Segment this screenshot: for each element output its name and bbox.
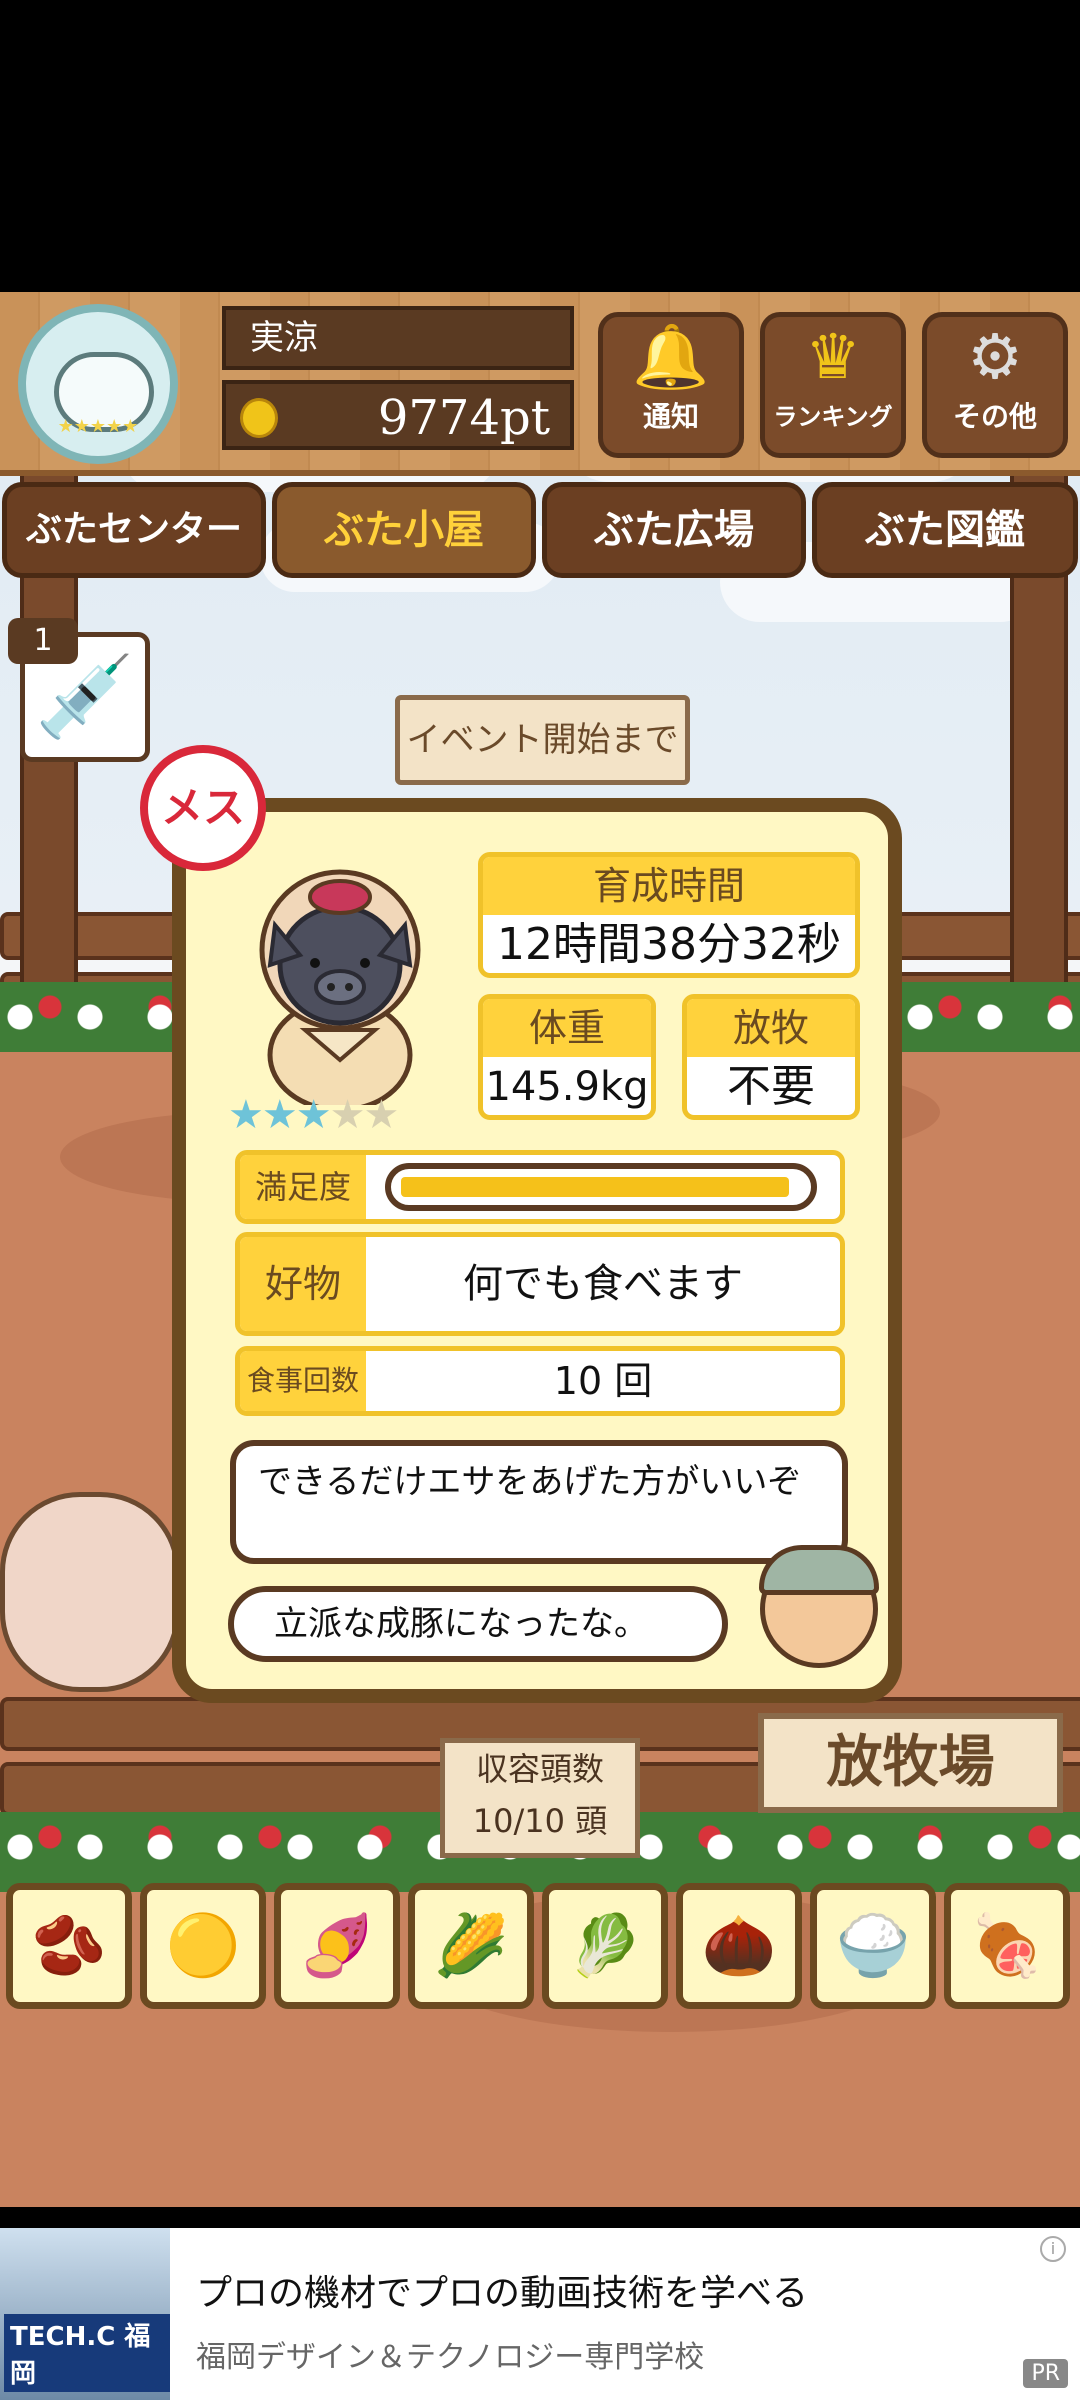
favorite-value: 何でも食べます <box>463 1261 743 1307</box>
mixed-beans-icon: 🟡 <box>165 1911 241 1981</box>
username: 実涼 <box>222 306 574 370</box>
tab-buta-plaza[interactable]: ぶた広場 <box>542 482 806 578</box>
ad-pr-badge: PR <box>1023 2359 1068 2388</box>
tab-buta-encyclopedia[interactable]: ぶた図鑑 <box>812 482 1078 578</box>
advice-speech-bubble: できるだけエサをあげた方がいいぞ <box>230 1440 848 1564</box>
meal-count-row: 食事回数 10 回 <box>235 1346 845 1416</box>
weight-value: 145.9kg <box>485 1064 649 1110</box>
points-display: 9774pt <box>222 380 574 450</box>
weight-card: 体重 145.9kg <box>478 994 656 1120</box>
food-slot-soybeans[interactable]: 🫘 <box>6 1883 132 2009</box>
acorns-icon: 🌰 <box>701 1911 777 1981</box>
points-value: 9774pt <box>377 390 550 446</box>
star-rating: ★★★★★ <box>228 1092 399 1138</box>
star-filled-icon: ★ <box>228 1092 264 1138</box>
ad-banner[interactable]: TECH.C 福岡 プロの機材でプロの動画技術を学べる 福岡デザイン＆テクノロジ… <box>0 2228 1080 2400</box>
star-filled-icon: ★ <box>295 1092 332 1138</box>
tab-buta-center[interactable]: ぶたセンター <box>2 482 266 578</box>
satisfaction-bar-fill <box>401 1177 789 1197</box>
soybeans-icon: 🫘 <box>31 1911 107 1981</box>
gender-badge: メス <box>140 745 266 871</box>
satisfaction-bar <box>385 1163 817 1211</box>
header-bar: ★★★★★ 実涼 9774pt 🔔 通知 ♛ ランキング ⚙ その他 <box>0 292 1080 476</box>
tab-buta-hut[interactable]: ぶた小屋 <box>272 482 536 578</box>
star-empty-icon: ★ <box>329 1092 366 1138</box>
ad-image[interactable]: TECH.C 福岡 <box>0 2228 170 2400</box>
flower-row <box>900 982 1080 1052</box>
food-slot-corn[interactable]: 🌽 <box>408 1883 534 2009</box>
pig-sprite[interactable] <box>0 1492 180 1692</box>
satisfaction-label: 満足度 <box>240 1155 366 1219</box>
capacity-sign: 収容頭数 10/10 頭 <box>440 1738 640 1858</box>
capacity-label: 収容頭数 <box>475 1750 604 1788</box>
rank-stars-icon: ★★★★★ <box>57 416 139 437</box>
gear-icon: ⚙ <box>967 320 1023 393</box>
flower-row <box>0 982 200 1052</box>
sweet-potato-icon: 🍠 <box>299 1911 375 1981</box>
ranch-sign-button[interactable]: 放牧場 <box>758 1713 1063 1813</box>
grazing-value: 不要 <box>727 1061 815 1112</box>
ad-subtitle: 福岡デザイン＆テクノロジー専門学校 <box>196 2340 705 2375</box>
weight-label: 体重 <box>483 999 651 1057</box>
notification-button[interactable]: 🔔 通知 <box>598 312 744 458</box>
capacity-value: 10/10 頭 <box>472 1802 608 1840</box>
ad-info-icon[interactable]: i <box>1040 2236 1066 2262</box>
food-slot-vegetables[interactable]: 🥬 <box>542 1883 668 2009</box>
pig-portrait <box>259 869 421 1105</box>
raising-time-label: 育成時間 <box>483 857 855 915</box>
crown-icon: ♛ <box>805 320 861 393</box>
meal-count-value: 10 回 <box>553 1359 653 1403</box>
coin-icon <box>240 398 278 438</box>
raising-time-value: 12時間38分32秒 <box>497 919 841 970</box>
corn-icon: 🌽 <box>433 1911 509 1981</box>
comment-speech-bubble: 立派な成豚になったな。 <box>228 1586 728 1662</box>
syringe-count-badge: 1 <box>8 618 78 664</box>
food-slot-mixed-beans[interactable]: 🟡 <box>140 1883 266 2009</box>
event-countdown-sign[interactable]: イベント開始まで <box>395 695 690 785</box>
settings-button[interactable]: ⚙ その他 <box>922 312 1068 458</box>
raising-time-card: 育成時間 12時間38分32秒 <box>478 852 860 978</box>
favorite-food-row: 好物 何でも食べます <box>235 1232 845 1336</box>
player-avatar[interactable]: ★★★★★ <box>18 304 178 464</box>
grain-dish-icon: 🍚 <box>835 1911 911 1981</box>
food-slot-meat-dish[interactable]: 🍖 <box>944 1883 1070 2009</box>
ranking-button[interactable]: ♛ ランキング <box>760 312 906 458</box>
star-filled-icon: ★ <box>261 1092 298 1138</box>
meal-count-label: 食事回数 <box>240 1351 366 1411</box>
ad-image-logo: TECH.C 福岡 <box>4 2314 170 2392</box>
farmer-cap-icon <box>759 1545 879 1595</box>
favorite-label: 好物 <box>240 1237 366 1331</box>
vegetables-icon: 🥬 <box>567 1911 643 1981</box>
bell-icon: 🔔 <box>632 320 710 393</box>
food-slot-grain-dish[interactable]: 🍚 <box>810 1883 936 2009</box>
grazing-label: 放牧 <box>687 999 855 1057</box>
meat-dish-icon: 🍖 <box>969 1911 1045 1981</box>
farmer-avatar <box>759 1545 879 1668</box>
food-slot-acorns[interactable]: 🌰 <box>676 1883 802 2009</box>
star-empty-icon: ★ <box>363 1092 399 1138</box>
food-slot-sweet-potato[interactable]: 🍠 <box>274 1883 400 2009</box>
ad-title[interactable]: プロの機材でプロの動画技術を学べる <box>196 2264 808 2316</box>
grazing-card: 放牧 不要 <box>682 994 860 1120</box>
